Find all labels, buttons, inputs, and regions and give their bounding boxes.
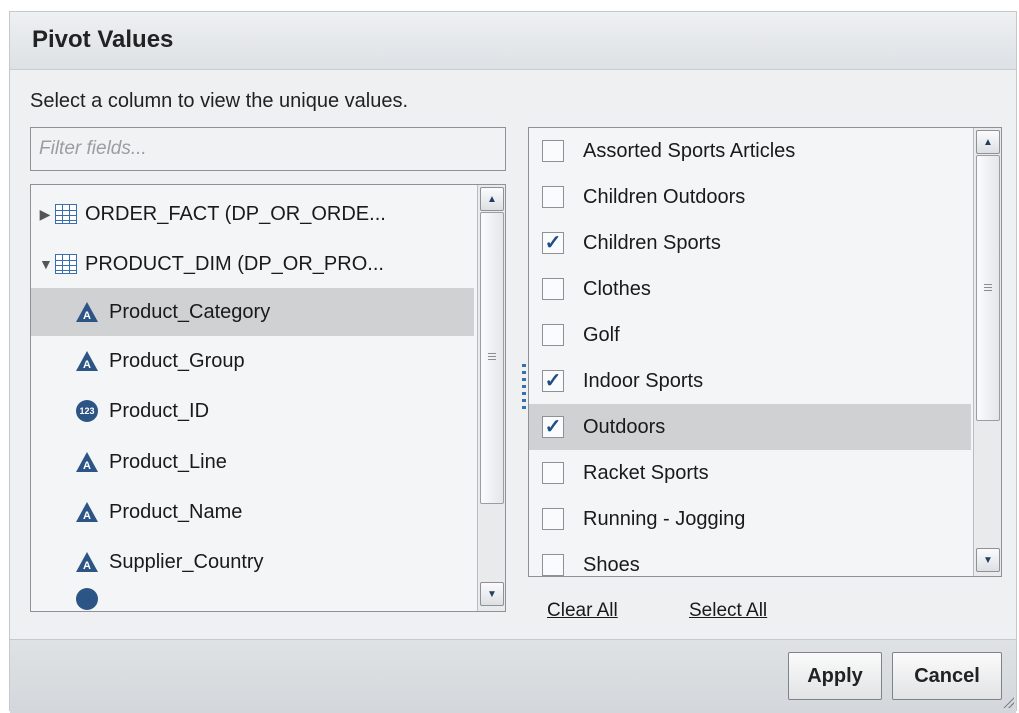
scroll-up-icon[interactable]: ▲ bbox=[480, 187, 504, 211]
tree-column-product-name[interactable]: A Product_Name bbox=[31, 488, 474, 536]
value-checkbox[interactable] bbox=[542, 140, 564, 162]
value-row-golf[interactable]: Golf bbox=[529, 312, 971, 358]
grip-icon bbox=[488, 353, 496, 362]
tree-table-label: PRODUCT_DIM (DP_OR_PRO... bbox=[85, 252, 384, 275]
apply-button[interactable]: Apply bbox=[788, 652, 882, 700]
tree-table-product-dim[interactable]: ▼ PRODUCT_DIM (DP_OR_PRO... bbox=[31, 240, 474, 288]
scroll-thumb[interactable] bbox=[480, 212, 504, 504]
character-column-icon: A bbox=[76, 552, 98, 572]
chevron-down-icon[interactable]: ▼ bbox=[39, 256, 53, 272]
value-label: Racket Sports bbox=[583, 461, 709, 484]
tree-scrollbar[interactable]: ▲ ▼ bbox=[477, 185, 505, 611]
tree-column-label: Product_Group bbox=[109, 349, 245, 372]
values-scrollbar[interactable]: ▲ ▼ bbox=[973, 128, 1001, 576]
tree-table-label: ORDER_FACT (DP_OR_ORDE... bbox=[85, 202, 386, 225]
value-label: Golf bbox=[583, 323, 620, 346]
svg-text:A: A bbox=[83, 460, 91, 472]
value-label: Clothes bbox=[583, 277, 651, 300]
character-column-icon: A bbox=[76, 452, 98, 472]
numeric-column-icon bbox=[76, 588, 98, 610]
value-label: Running - Jogging bbox=[583, 507, 746, 530]
tree-column-label: Product_Name bbox=[109, 500, 243, 523]
value-label: Shoes bbox=[583, 553, 640, 576]
value-label: Children Sports bbox=[583, 231, 721, 254]
tree-column-product-id[interactable]: 123 Product_ID bbox=[31, 387, 474, 435]
chevron-right-icon[interactable]: ▶ bbox=[39, 206, 51, 223]
value-row-running-jogging[interactable]: Running - Jogging bbox=[529, 496, 971, 542]
resize-grip-icon[interactable] bbox=[1002, 696, 1014, 708]
tree-column-cutoff[interactable] bbox=[31, 588, 474, 611]
value-checkbox[interactable] bbox=[542, 508, 564, 530]
value-checkbox[interactable] bbox=[542, 554, 564, 576]
value-row-children-outdoors[interactable]: Children Outdoors bbox=[529, 174, 971, 220]
checkmark-icon: ✓ bbox=[544, 370, 562, 392]
instruction-text: Select a column to view the unique value… bbox=[30, 90, 408, 112]
value-row-clothes[interactable]: Clothes bbox=[529, 266, 971, 312]
tree-column-product-line[interactable]: A Product_Line bbox=[31, 438, 474, 486]
numeric-column-icon: 123 bbox=[76, 400, 98, 422]
select-all-link[interactable]: Select All bbox=[689, 600, 767, 622]
pane-splitter[interactable] bbox=[522, 364, 526, 412]
value-checkbox[interactable] bbox=[542, 324, 564, 346]
dialog-title: Pivot Values bbox=[32, 26, 174, 53]
clear-all-link[interactable]: Clear All bbox=[547, 600, 618, 622]
table-icon bbox=[55, 254, 77, 274]
value-label: Assorted Sports Articles bbox=[583, 139, 796, 162]
checkmark-icon: ✓ bbox=[544, 416, 562, 438]
tree-column-label: Product_Line bbox=[109, 450, 227, 473]
value-label: Indoor Sports bbox=[583, 369, 704, 392]
value-row-shoes[interactable]: Shoes bbox=[529, 542, 971, 576]
value-row-outdoors[interactable]: ✓ Outdoors bbox=[529, 404, 971, 450]
character-column-icon: A bbox=[76, 351, 98, 371]
scroll-thumb[interactable] bbox=[976, 155, 1000, 421]
value-checkbox[interactable] bbox=[542, 462, 564, 484]
tree-table-order-fact[interactable]: ▶ ORDER_FACT (DP_OR_ORDE... bbox=[31, 190, 474, 238]
unique-values-list: Assorted Sports Articles Children Outdoo… bbox=[528, 127, 1002, 577]
value-checkbox[interactable]: ✓ bbox=[542, 370, 564, 392]
value-checkbox[interactable]: ✓ bbox=[542, 232, 564, 254]
filter-fields-input[interactable] bbox=[30, 127, 506, 171]
scroll-up-icon[interactable]: ▲ bbox=[976, 130, 1000, 154]
pivot-values-dialog: Pivot Values Select a column to view the… bbox=[9, 11, 1017, 713]
character-column-icon: A bbox=[76, 302, 98, 322]
svg-text:A: A bbox=[83, 560, 91, 572]
value-row-assorted-sports-articles[interactable]: Assorted Sports Articles bbox=[529, 128, 971, 174]
value-row-racket-sports[interactable]: Racket Sports bbox=[529, 450, 971, 496]
character-column-icon: A bbox=[76, 502, 98, 522]
value-row-indoor-sports[interactable]: ✓ Indoor Sports bbox=[529, 358, 971, 404]
table-icon bbox=[55, 204, 77, 224]
scroll-down-icon[interactable]: ▼ bbox=[976, 548, 1000, 572]
tree-column-label: Product_Category bbox=[109, 300, 271, 323]
fields-tree: ▶ ORDER_FACT (DP_OR_ORDE... ▼ PRODUCT_DI… bbox=[30, 184, 506, 612]
value-checkbox[interactable]: ✓ bbox=[542, 416, 564, 438]
tree-column-product-category[interactable]: A Product_Category bbox=[31, 288, 474, 336]
svg-text:A: A bbox=[83, 510, 91, 522]
tree-column-supplier-country[interactable]: A Supplier_Country bbox=[31, 538, 474, 586]
tree-column-product-group[interactable]: A Product_Group bbox=[31, 337, 474, 385]
value-checkbox[interactable] bbox=[542, 186, 564, 208]
value-label: Outdoors bbox=[583, 415, 666, 438]
svg-text:A: A bbox=[83, 359, 91, 371]
dialog-titlebar[interactable]: Pivot Values bbox=[10, 12, 1016, 70]
value-label: Children Outdoors bbox=[583, 185, 746, 208]
grip-icon bbox=[984, 284, 992, 293]
svg-text:A: A bbox=[83, 310, 91, 322]
scroll-down-icon[interactable]: ▼ bbox=[480, 582, 504, 606]
value-checkbox[interactable] bbox=[542, 278, 564, 300]
tree-column-label: Supplier_Country bbox=[109, 550, 264, 573]
cancel-button[interactable]: Cancel bbox=[892, 652, 1002, 700]
value-row-children-sports[interactable]: ✓ Children Sports bbox=[529, 220, 971, 266]
checkmark-icon: ✓ bbox=[544, 232, 562, 254]
tree-column-label: Product_ID bbox=[109, 399, 210, 422]
